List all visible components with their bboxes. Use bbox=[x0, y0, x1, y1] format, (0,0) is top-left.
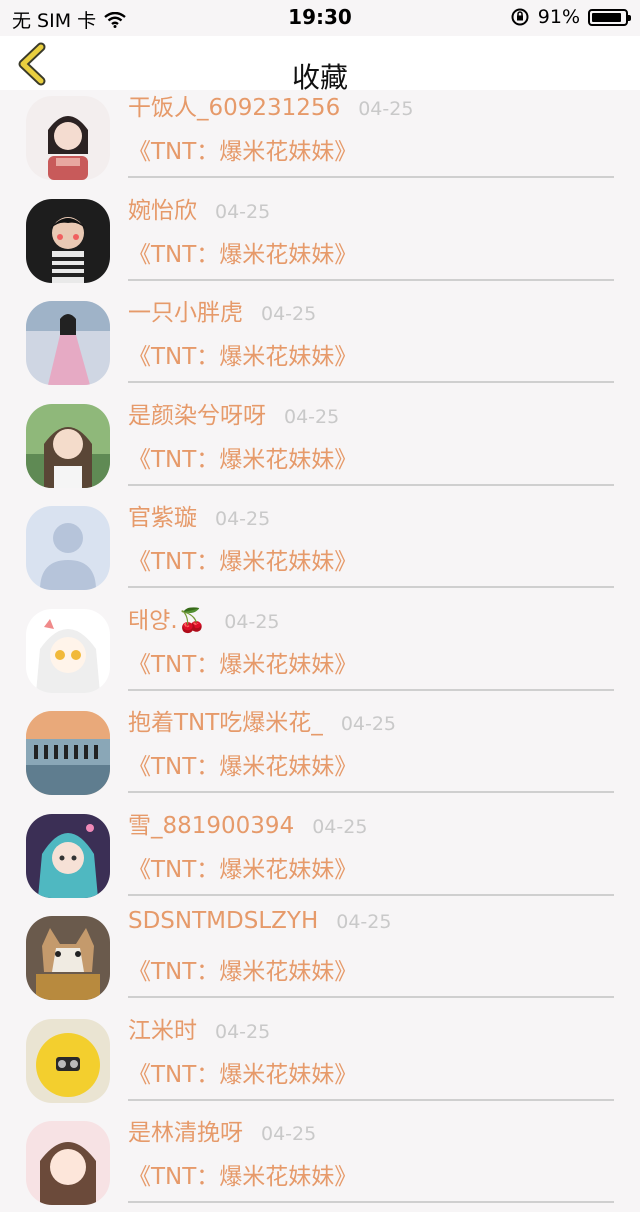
status-right: 91% bbox=[510, 6, 631, 28]
avatar-yellow-plush bbox=[26, 1018, 110, 1103]
list-item[interactable]: 雪_881900394 04-25 《TNT：爆米花妹妹》 bbox=[0, 802, 640, 905]
page-title: 收藏 bbox=[291, 61, 348, 94]
user-name[interactable]: 태양.🍒 bbox=[128, 601, 206, 635]
battery-level bbox=[592, 12, 622, 22]
work-title-link[interactable]: 《TNT：爆米花妹妹》 bbox=[128, 337, 357, 371]
divider bbox=[128, 1098, 614, 1101]
list-item[interactable]: 干饭人_609231256 04-25 《TNT：爆米花妹妹》 bbox=[0, 84, 640, 187]
work-title-link[interactable]: 《TNT：爆米花妹妹》 bbox=[128, 132, 357, 166]
name-line: SDSNTMDSLZYH 04-25 bbox=[128, 908, 391, 934]
avatar-illustrated-girl bbox=[26, 96, 110, 180]
divider bbox=[128, 1201, 614, 1203]
name-line: 是林清挽呀 04-25 bbox=[128, 1113, 316, 1147]
date-label: 04-25 bbox=[340, 713, 397, 735]
user-name[interactable]: 一只小胖虎 bbox=[128, 293, 243, 327]
date-label: 04-25 bbox=[261, 1123, 317, 1145]
divider bbox=[128, 688, 614, 691]
user-name[interactable]: 江米时 bbox=[128, 1011, 197, 1045]
name-line: 一只小胖虎 04-25 bbox=[128, 293, 316, 327]
work-title-link[interactable]: 《TNT：爆米花妹妹》 bbox=[128, 440, 357, 474]
avatar-cartoon-girl bbox=[26, 1121, 110, 1205]
date-label: 04-25 bbox=[336, 911, 392, 933]
avatar-cat bbox=[26, 916, 110, 1000]
avatar[interactable] bbox=[26, 506, 110, 590]
date-label: 04-25 bbox=[261, 303, 317, 325]
avatar[interactable] bbox=[26, 711, 110, 795]
battery-percent: 91% bbox=[537, 6, 580, 28]
avatar[interactable] bbox=[26, 608, 110, 693]
divider bbox=[128, 176, 614, 178]
divider bbox=[128, 381, 614, 383]
status-bar: 无 SIM 卡 19:30 91% bbox=[0, 0, 640, 36]
divider bbox=[128, 893, 614, 896]
work-title-link[interactable]: 《TNT：爆米花妹妹》 bbox=[128, 1055, 357, 1089]
favorites-list: 干饭人_609231256 04-25 《TNT：爆米花妹妹》 婉怡欣 04-25 《TN… bbox=[0, 84, 640, 1212]
date-label: 04-25 bbox=[215, 1020, 271, 1043]
work-title-link[interactable]: 《TNT：爆米花妹妹》 bbox=[128, 1157, 357, 1191]
name-line: 官紫璇 04-25 bbox=[128, 498, 270, 532]
avatar-girl-outdoor bbox=[26, 403, 110, 488]
user-name[interactable]: 是颜染兮呀呀 bbox=[128, 396, 266, 430]
avatar[interactable] bbox=[26, 916, 110, 1000]
list-item[interactable]: SDSNTMDSLZYH 04-25 《TNT：爆米花妹妹》 bbox=[0, 904, 640, 1007]
avatar-boy-dark bbox=[26, 198, 110, 283]
date-label: 04-25 bbox=[312, 815, 368, 838]
name-line: 抱着TNT吃爆米花_ 04-25 bbox=[128, 703, 396, 737]
date-label: 04-25 bbox=[284, 405, 340, 428]
list-item[interactable]: 一只小胖虎 04-25 《TNT：爆米花妹妹》 bbox=[0, 289, 640, 392]
list-item[interactable]: 是颜染兮呀呀 04-25 《TNT：爆米花妹妹》 bbox=[0, 392, 640, 495]
user-name[interactable]: 抱着TNT吃爆米花_ bbox=[128, 703, 323, 737]
avatar[interactable] bbox=[26, 198, 110, 283]
divider bbox=[128, 996, 614, 998]
date-label: 04-25 bbox=[215, 200, 271, 223]
divider bbox=[128, 586, 614, 588]
name-line: 태양.🍒 04-25 bbox=[128, 601, 280, 635]
user-name[interactable]: SDSNTMDSLZYH bbox=[128, 908, 318, 934]
work-title-link[interactable]: 《TNT：爆米花妹妹》 bbox=[128, 952, 357, 986]
avatar-anime-girl bbox=[26, 608, 110, 693]
avatar-teal-hair bbox=[26, 813, 110, 898]
name-line: 婉怡欣 04-25 bbox=[128, 191, 270, 225]
list-item[interactable]: 官紫璇 04-25 《TNT：爆米花妹妹》 bbox=[0, 494, 640, 597]
work-title-link[interactable]: 《TNT：爆米花妹妹》 bbox=[128, 542, 357, 576]
name-line: 江米时 04-25 bbox=[128, 1011, 270, 1045]
list-item[interactable]: 是林清挽呀 04-25 《TNT：爆米花妹妹》 bbox=[0, 1109, 640, 1212]
user-name[interactable]: 婉怡欣 bbox=[128, 191, 197, 225]
date-label: 04-25 bbox=[224, 610, 280, 633]
work-title-link[interactable]: 《TNT：爆米花妹妹》 bbox=[128, 747, 357, 781]
list-item[interactable]: 抱着TNT吃爆米花_ 04-25 《TNT：爆米花妹妹》 bbox=[0, 699, 640, 802]
work-title-link[interactable]: 《TNT：爆米花妹妹》 bbox=[128, 850, 357, 884]
date-label: 04-25 bbox=[215, 508, 271, 530]
list-item[interactable]: 婉怡欣 04-25 《TNT：爆米花妹妹》 bbox=[0, 187, 640, 290]
avatar[interactable] bbox=[26, 813, 110, 898]
user-name[interactable]: 雪_881900394 bbox=[128, 806, 294, 840]
rotation-lock-icon bbox=[511, 8, 529, 26]
avatar[interactable] bbox=[26, 301, 110, 385]
avatar[interactable] bbox=[26, 403, 110, 488]
work-title-link[interactable]: 《TNT：爆米花妹妹》 bbox=[128, 645, 357, 679]
navigation-bar: 收藏 bbox=[0, 36, 640, 94]
avatar[interactable] bbox=[26, 1121, 110, 1205]
user-name[interactable]: 官紫璇 bbox=[128, 498, 197, 532]
divider bbox=[128, 483, 614, 486]
avatar-group-beach bbox=[26, 711, 110, 795]
avatar[interactable] bbox=[26, 1018, 110, 1103]
name-line: 是颜染兮呀呀 04-25 bbox=[128, 396, 339, 430]
avatar-pink-dress bbox=[26, 301, 110, 385]
avatar-default-silhouette bbox=[26, 506, 110, 590]
list-item[interactable]: 江米时 04-25 《TNT：爆米花妹妹》 bbox=[0, 1007, 640, 1110]
date-label: 04-25 bbox=[358, 98, 414, 120]
work-title-link[interactable]: 《TNT：爆米花妹妹》 bbox=[128, 235, 357, 269]
user-name[interactable]: 是林清挽呀 bbox=[128, 1113, 243, 1147]
avatar[interactable] bbox=[26, 96, 110, 180]
list-item[interactable]: 태양.🍒 04-25 《TNT：爆米花妹妹》 bbox=[0, 597, 640, 700]
divider bbox=[128, 278, 614, 281]
divider bbox=[128, 791, 614, 793]
battery-icon bbox=[588, 8, 631, 26]
name-line: 雪_881900394 04-25 bbox=[128, 806, 367, 840]
